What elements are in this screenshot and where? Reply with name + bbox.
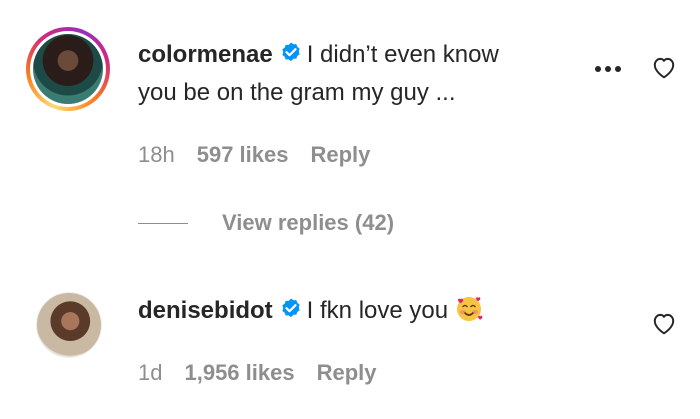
avatar[interactable] bbox=[36, 292, 102, 358]
more-horizontal-icon[interactable] bbox=[593, 64, 623, 74]
view-replies-button[interactable]: View replies (42) bbox=[138, 210, 394, 236]
smiling-face-with-hearts-icon bbox=[457, 297, 483, 321]
likes-count[interactable]: 597 likes bbox=[197, 142, 289, 167]
comment-username[interactable]: colormenae bbox=[138, 41, 273, 68]
reply-button[interactable]: Reply bbox=[310, 142, 370, 167]
comment-denisebidot: denisebidot I fkn love you 1d 1,956 likes… bbox=[0, 280, 700, 419]
comment-username[interactable]: denisebidot bbox=[138, 297, 273, 324]
comment-colormenae: colormenae I didn’t even know you be on … bbox=[0, 0, 700, 200]
likes-count[interactable]: 1,956 likes bbox=[184, 360, 294, 385]
divider-line bbox=[138, 222, 188, 224]
comment-meta: 18h 597 likes Reply bbox=[138, 142, 392, 168]
comment-time: 18h bbox=[138, 142, 175, 167]
comment-meta: 1d 1,956 likes Reply bbox=[138, 360, 399, 386]
story-ring[interactable] bbox=[26, 27, 110, 111]
verified-badge-icon bbox=[282, 298, 300, 318]
heart-outline-icon[interactable] bbox=[651, 55, 677, 79]
heart-outline-icon[interactable] bbox=[651, 311, 677, 335]
verified-badge-icon bbox=[282, 42, 300, 62]
comment-text: I fkn love you bbox=[306, 297, 449, 324]
comment-text-line1: I didn’t even know bbox=[306, 41, 499, 68]
avatar[interactable] bbox=[33, 34, 103, 104]
reply-button[interactable]: Reply bbox=[317, 360, 377, 385]
comment-text-line2: you be on the gram my guy ... bbox=[138, 79, 456, 106]
avatar-container[interactable] bbox=[36, 292, 102, 358]
view-replies-label: View replies (42) bbox=[222, 210, 395, 235]
comment-time: 1d bbox=[138, 360, 163, 385]
